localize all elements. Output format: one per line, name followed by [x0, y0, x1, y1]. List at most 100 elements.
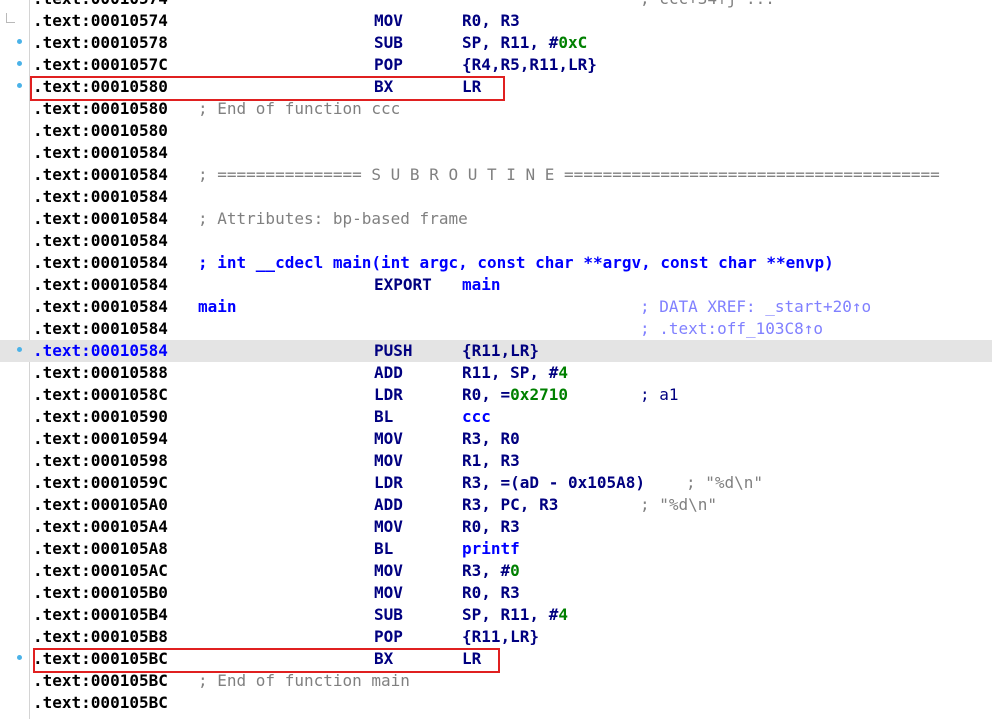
- instruction-mnemonic[interactable]: LDR: [374, 472, 403, 494]
- instruction-mnemonic[interactable]: MOV: [374, 582, 403, 604]
- breakpoint-dot-icon[interactable]: [17, 655, 22, 660]
- instruction-operands[interactable]: R11, SP, #4: [462, 362, 568, 384]
- instruction-operands[interactable]: R3, R0: [462, 428, 520, 450]
- listing-line[interactable]: .text:0001058C LDR R0, =0x2710 ; a1: [0, 384, 992, 406]
- instruction-mnemonic[interactable]: MOV: [374, 516, 403, 538]
- instruction-operands[interactable]: R0, =0x2710: [462, 384, 568, 406]
- line-address[interactable]: .text:000105B8: [33, 626, 168, 648]
- listing-line[interactable]: .text:000105AC MOV R3, #0: [0, 560, 992, 582]
- listing-line[interactable]: .text:00010584 ; =============== S U B R …: [0, 164, 992, 186]
- instruction-operands[interactable]: R0, R3: [462, 516, 520, 538]
- instruction-mnemonic[interactable]: SUB: [374, 32, 403, 54]
- instruction-mnemonic[interactable]: ADD: [374, 362, 403, 384]
- instruction-mnemonic[interactable]: POP: [374, 626, 403, 648]
- line-address[interactable]: .text:00010584: [33, 318, 168, 340]
- instruction-operands[interactable]: printf: [462, 538, 520, 560]
- instruction-operands[interactable]: R0, R3: [462, 582, 520, 604]
- breakpoint-dot-icon[interactable]: [17, 83, 22, 88]
- xref-comment[interactable]: ; .text:off_103C8↑o: [640, 318, 823, 340]
- instruction-operands[interactable]: ccc: [462, 406, 491, 428]
- listing-line[interactable]: .text:00010584 EXPORT main: [0, 274, 992, 296]
- line-address[interactable]: .text:000105AC: [33, 560, 168, 582]
- line-address[interactable]: .text:0001057C: [33, 54, 168, 76]
- line-address[interactable]: .text:000105A0: [33, 494, 168, 516]
- listing-line[interactable]: .text:00010584: [0, 230, 992, 252]
- instruction-operands[interactable]: R3, #0: [462, 560, 520, 582]
- listing-line[interactable]: .text:00010598 MOV R1, R3: [0, 450, 992, 472]
- breakpoint-dot-icon[interactable]: [17, 39, 22, 44]
- line-address[interactable]: .text:00010580: [33, 98, 168, 120]
- line-address[interactable]: .text:00010574: [33, 0, 168, 10]
- listing-line[interactable]: .text:000105A0 ADD R3, PC, R3 ; "%d\n": [0, 494, 992, 516]
- line-address[interactable]: .text:00010584: [33, 164, 168, 186]
- line-address[interactable]: .text:00010584: [33, 340, 168, 362]
- listing-line[interactable]: .text:000105BC ; End of function main: [0, 670, 992, 692]
- listing-line[interactable]: .text:000105B0 MOV R0, R3: [0, 582, 992, 604]
- listing-line[interactable]: .text:000105B8 POP {R11,LR}: [0, 626, 992, 648]
- instruction-operands[interactable]: SP, R11, #4: [462, 604, 568, 626]
- breakpoint-dot-icon[interactable]: [17, 347, 22, 352]
- line-address[interactable]: .text:00010588: [33, 362, 168, 384]
- line-address[interactable]: .text:000105B4: [33, 604, 168, 626]
- instruction-mnemonic[interactable]: ADD: [374, 494, 403, 516]
- instruction-operands[interactable]: R0, R3: [462, 10, 520, 32]
- instruction-mnemonic[interactable]: PUSH: [374, 340, 413, 362]
- instruction-operands[interactable]: {R11,LR}: [462, 626, 539, 648]
- instruction-mnemonic[interactable]: MOV: [374, 560, 403, 582]
- listing-line[interactable]: .text:00010584 main ; DATA XREF: _start+20…: [0, 296, 992, 318]
- listing-line[interactable]: .text:000105A8 BL printf: [0, 538, 992, 560]
- listing-line[interactable]: .text:00010584 ; int __cdecl main(int arg…: [0, 252, 992, 274]
- listing-line[interactable]: .text:0001059C LDR R3, =(aD - 0x105A8) ; "%…: [0, 472, 992, 494]
- listing-line[interactable]: .text:00010584 ; .text:off_103C8↑o: [0, 318, 992, 340]
- breakpoint-dot-icon[interactable]: [17, 61, 22, 66]
- instruction-operands[interactable]: main: [462, 274, 501, 296]
- instruction-operands[interactable]: LR: [462, 648, 481, 670]
- instruction-operands[interactable]: R3, =(aD - 0x105A8): [462, 472, 645, 494]
- line-address[interactable]: .text:00010584: [33, 296, 168, 318]
- line-address[interactable]: .text:00010580: [33, 120, 168, 142]
- line-address[interactable]: .text:000105B0: [33, 582, 168, 604]
- listing-line[interactable]: .text:000105BC BX LR: [0, 648, 992, 670]
- line-address[interactable]: .text:00010598: [33, 450, 168, 472]
- instruction-mnemonic[interactable]: BL: [374, 538, 393, 560]
- instruction-operands[interactable]: SP, R11, #0xC: [462, 32, 587, 54]
- xref-comment[interactable]: ; DATA XREF: _start+20↑o: [640, 296, 871, 318]
- listing-line[interactable]: .text:000105BC: [0, 692, 992, 714]
- instruction-mnemonic[interactable]: EXPORT: [374, 274, 432, 296]
- listing-line[interactable]: .text:00010580 BX LR: [0, 76, 992, 98]
- listing-line[interactable]: .text:00010594 MOV R3, R0: [0, 428, 992, 450]
- line-address[interactable]: .text:00010584: [33, 208, 168, 230]
- line-address[interactable]: .text:00010594: [33, 428, 168, 450]
- line-address[interactable]: .text:000105A4: [33, 516, 168, 538]
- listing-line[interactable]: .text:00010584 ; Attributes: bp-based fra…: [0, 208, 992, 230]
- line-address[interactable]: .text:00010584: [33, 230, 168, 252]
- instruction-mnemonic[interactable]: MOV: [374, 10, 403, 32]
- listing-line[interactable]: .text:00010578 SUB SP, R11, #0xC: [0, 32, 992, 54]
- line-address[interactable]: .text:00010574: [33, 10, 168, 32]
- instruction-operands[interactable]: {R11,LR}: [462, 340, 539, 362]
- listing-line[interactable]: .text:00010590 BL ccc: [0, 406, 992, 428]
- instruction-mnemonic[interactable]: LDR: [374, 384, 403, 406]
- line-address[interactable]: .text:00010578: [33, 32, 168, 54]
- line-address[interactable]: .text:00010580: [33, 76, 168, 98]
- line-address[interactable]: .text:000105BC: [33, 648, 168, 670]
- listing-line[interactable]: .text:00010588 ADD R11, SP, #4: [0, 362, 992, 384]
- listing-line[interactable]: .text:000105B4 SUB SP, R11, #4: [0, 604, 992, 626]
- disassembly-listing[interactable]: .text:00010574; ccc+34↑j ....text:000105…: [0, 0, 992, 714]
- line-address[interactable]: .text:000105BC: [33, 670, 168, 692]
- listing-line[interactable]: .text:00010584: [0, 186, 992, 208]
- instruction-mnemonic[interactable]: BX: [374, 76, 393, 98]
- instruction-mnemonic[interactable]: MOV: [374, 450, 403, 472]
- instruction-mnemonic[interactable]: BL: [374, 406, 393, 428]
- line-address[interactable]: .text:0001058C: [33, 384, 168, 406]
- listing-line[interactable]: .text:00010574 ; ccc+34↑j ...: [0, 0, 992, 10]
- instruction-mnemonic[interactable]: POP: [374, 54, 403, 76]
- listing-line[interactable]: .text:00010574 MOV R0, R3: [0, 10, 992, 32]
- function-label[interactable]: main: [198, 296, 237, 318]
- line-address[interactable]: .text:00010590: [33, 406, 168, 428]
- instruction-operands[interactable]: R1, R3: [462, 450, 520, 472]
- line-address[interactable]: .text:0001059C: [33, 472, 168, 494]
- instruction-operands[interactable]: R3, PC, R3: [462, 494, 558, 516]
- instruction-mnemonic[interactable]: BX: [374, 648, 393, 670]
- listing-line[interactable]: .text:00010584: [0, 142, 992, 164]
